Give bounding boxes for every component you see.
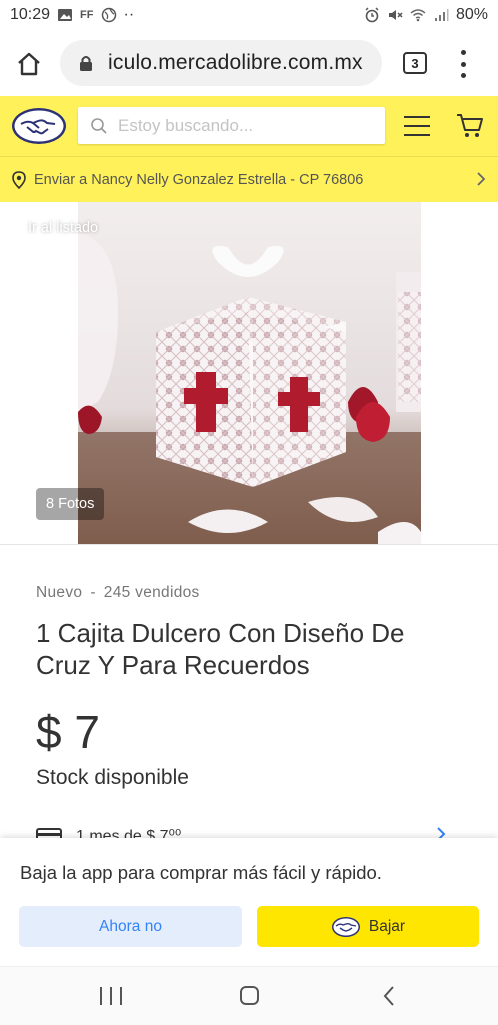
search-placeholder: Estoy buscando... xyxy=(118,115,254,135)
home-icon[interactable] xyxy=(14,49,44,79)
status-bar: 10:29 FF ·· 80% xyxy=(0,0,498,30)
location-pin-icon xyxy=(12,170,26,189)
alarm-icon xyxy=(364,7,380,23)
meta-separator: - xyxy=(90,584,96,601)
condition-label: Nuevo xyxy=(36,584,83,601)
product-title: 1 Cajita Dulcero Con Diseño De Cruz Y Pa… xyxy=(36,618,405,680)
download-app-label: Bajar xyxy=(368,917,406,935)
browser-toolbar: iculo.mercadolibre.com.mx 3 xyxy=(0,30,498,96)
hamburger-menu-icon[interactable] xyxy=(404,116,430,136)
back-to-listing-label: Ir al listado xyxy=(28,220,99,236)
battery-level: 80% xyxy=(455,6,488,23)
divider xyxy=(0,544,498,545)
gallery-icon xyxy=(57,7,73,23)
search-input[interactable]: Estoy buscando... xyxy=(78,107,385,144)
wifi-icon xyxy=(410,7,426,23)
product-price: $ 7 xyxy=(36,706,100,758)
shipping-address-text: Enviar a Nancy Nelly Gonzalez Estrella -… xyxy=(34,171,364,188)
lock-icon xyxy=(80,56,92,71)
more-notifications: ·· xyxy=(123,6,135,23)
address-bar[interactable]: iculo.mercadolibre.com.mx xyxy=(60,40,382,86)
mercadolibre-handshake-icon xyxy=(331,916,360,937)
globe-icon xyxy=(101,7,117,23)
dismiss-app-banner-button[interactable]: Ahora no xyxy=(19,906,242,947)
clock: 10:29 xyxy=(10,6,51,23)
chevron-right-icon xyxy=(477,172,486,186)
product-gallery[interactable]: Ir al listado 8 Fotos xyxy=(0,202,498,544)
chevron-left-icon xyxy=(12,221,21,235)
browser-menu-icon[interactable] xyxy=(455,50,471,78)
download-app-button[interactable]: Bajar xyxy=(257,906,479,947)
search-icon xyxy=(91,117,107,134)
app-download-banner: Baja la app para comprar más fácil y ráp… xyxy=(0,838,498,966)
system-navigation-bar xyxy=(0,966,498,1025)
shipping-address-bar[interactable]: Enviar a Nancy Nelly Gonzalez Estrella -… xyxy=(0,156,498,202)
back-to-listing-link[interactable]: Ir al listado xyxy=(12,220,98,236)
app-banner-text: Baja la app para comprar más fácil y ráp… xyxy=(20,862,382,883)
status-left: 10:29 FF ·· xyxy=(10,6,134,24)
sold-count: 245 vendidos xyxy=(103,584,200,601)
cart-icon[interactable] xyxy=(455,110,485,140)
home-button-icon[interactable] xyxy=(240,986,259,1005)
back-arrow-icon[interactable] xyxy=(382,985,396,1007)
mute-icon xyxy=(387,7,403,23)
status-right: 80% xyxy=(364,6,488,24)
mercadolibre-logo[interactable] xyxy=(10,105,68,147)
recent-apps-icon[interactable] xyxy=(100,987,122,1005)
product-meta: Nuevo -245 vendidos xyxy=(36,584,200,602)
site-header: Estoy buscando... xyxy=(0,96,498,156)
product-photo-illustration xyxy=(78,202,421,544)
stock-status: Stock disponible xyxy=(36,766,189,789)
ff-icon: FF xyxy=(80,9,94,21)
signal-icon xyxy=(433,7,449,23)
url-text: iculo.mercadolibre.com.mx xyxy=(108,51,363,74)
product-photo[interactable] xyxy=(78,202,421,544)
tab-switcher-button[interactable]: 3 xyxy=(403,52,427,74)
photo-count-badge: 8 Fotos xyxy=(36,488,105,520)
